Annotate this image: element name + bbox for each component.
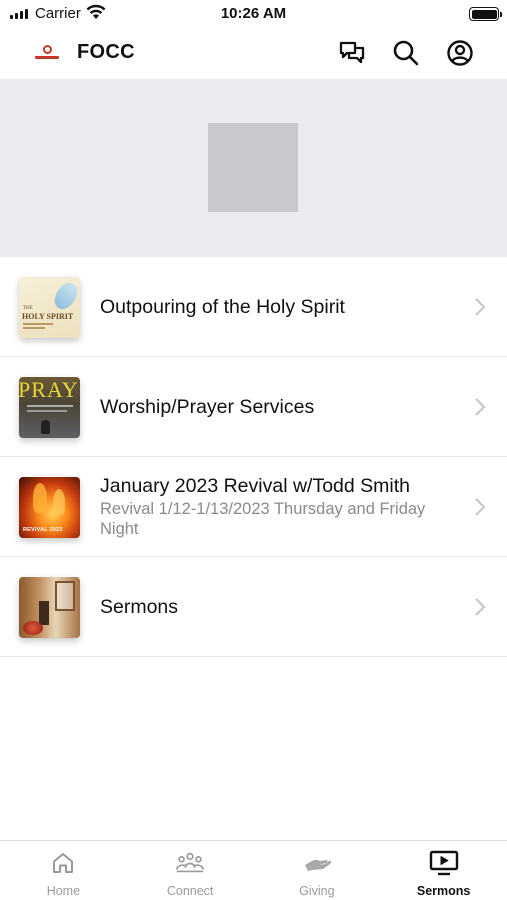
play-screen-icon (429, 850, 459, 876)
giving-hand-icon (302, 850, 332, 876)
tab-home[interactable]: Home (0, 841, 127, 900)
status-bar: Carrier 10:26 AM (0, 0, 507, 28)
chat-icon (339, 41, 365, 64)
app-title: FOCC (77, 41, 135, 63)
list-item-title: Outpouring of the Holy Spirit (100, 295, 345, 318)
signal-icon (10, 9, 28, 19)
tab-bar: Home Connect Giving Sermons (0, 840, 507, 900)
tab-label: Sermons (416, 884, 471, 898)
battery-icon (469, 7, 502, 21)
list-item-outpouring[interactable]: THE HOLY SPIRIT Outpouring of the Holy S… (0, 257, 507, 357)
tab-label: Connect (166, 884, 214, 898)
church-logo (33, 42, 61, 62)
tab-giving[interactable]: Giving (254, 841, 381, 900)
chat-button[interactable] (336, 37, 368, 69)
list-item-subtitle: Revival 1/12-1/13/2023 Thursday and Frid… (100, 500, 426, 538)
chevron-right-icon (475, 298, 486, 316)
tab-label: Giving (299, 884, 335, 898)
wifi-icon (86, 4, 106, 25)
list-item-title: Worship/Prayer Services (100, 395, 315, 418)
tab-connect[interactable]: Connect (127, 841, 254, 900)
list-item-worship[interactable]: PRAY Worship/Prayer Services (0, 357, 507, 457)
profile-icon (447, 40, 473, 66)
list-item-revival[interactable]: REVIVAL 2023 January 2023 Revival w/Todd… (0, 457, 507, 557)
thumbnail-holy-spirit: THE HOLY SPIRIT (19, 277, 80, 338)
search-button[interactable] (390, 37, 422, 69)
app-header: FOCC (0, 28, 507, 78)
people-icon (175, 850, 205, 876)
tab-sermons[interactable]: Sermons (380, 841, 507, 900)
thumbnail-revival: REVIVAL 2023 (19, 477, 80, 538)
chevron-right-icon (475, 498, 486, 516)
thumbnail-sermons (19, 577, 80, 638)
list-item-sermons[interactable]: Sermons (0, 557, 507, 657)
sermon-series-list: THE HOLY SPIRIT Outpouring of the Holy S… (0, 257, 507, 657)
profile-button[interactable] (444, 37, 476, 69)
chevron-right-icon (475, 398, 486, 416)
featured-banner[interactable] (0, 79, 507, 257)
tab-label: Home (46, 884, 81, 898)
thumbnail-pray: PRAY (19, 377, 80, 438)
chevron-right-icon (475, 598, 486, 616)
list-item-title: Sermons (100, 595, 179, 618)
list-item-title: January 2023 Revival w/Todd Smith (100, 475, 410, 497)
search-icon (393, 40, 419, 66)
banner-placeholder-image (208, 123, 298, 212)
carrier-name: Carrier (35, 5, 81, 22)
home-icon (48, 850, 78, 876)
